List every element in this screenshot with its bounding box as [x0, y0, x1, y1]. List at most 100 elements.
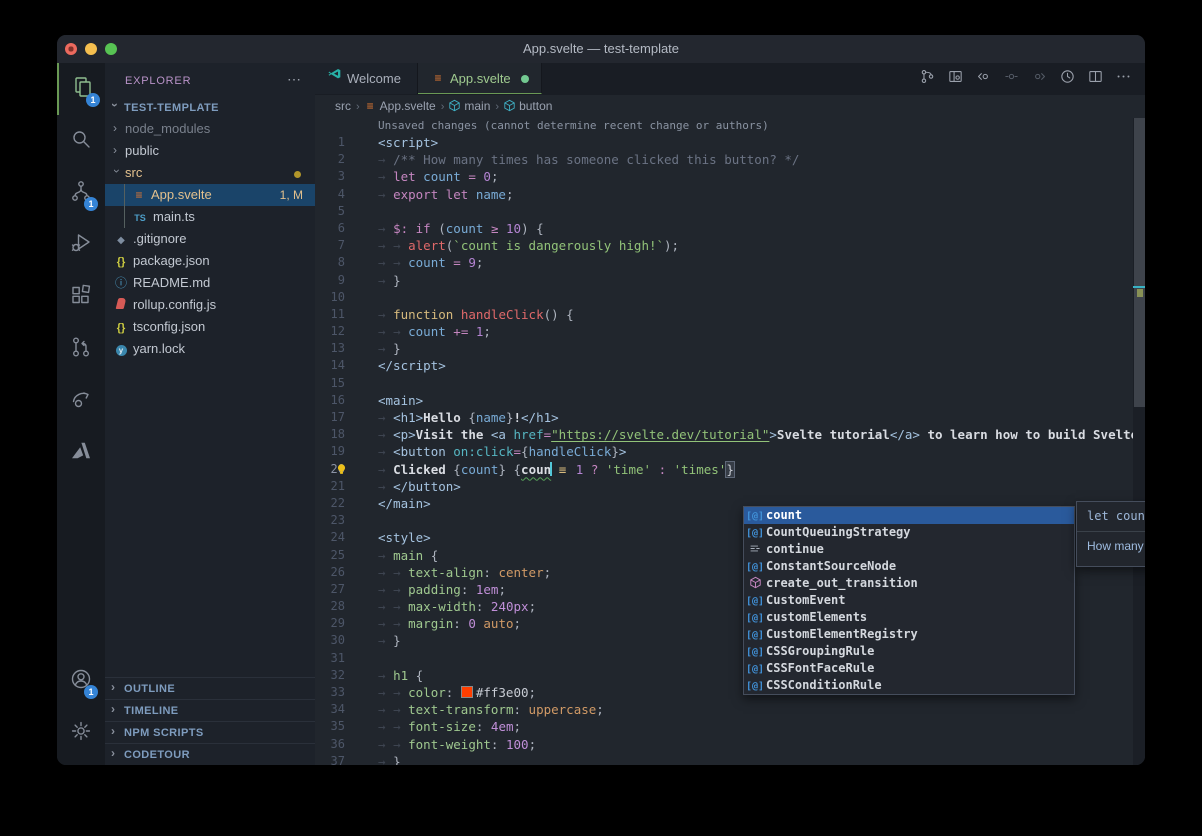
code-line[interactable]: 14</script> — [315, 357, 1145, 374]
suggestion-cssfontfacerule[interactable]: [@]CSSFontFaceRule — [744, 660, 1074, 677]
breadcrumb-item[interactable]: src — [335, 99, 351, 113]
suggestion-count[interactable]: [@]count — [744, 507, 1074, 524]
activity-item-source-control[interactable]: 1 — [57, 167, 105, 219]
code-line[interactable]: 6→ $: if (count ≥ 10) { — [315, 220, 1145, 237]
suggestion-continue[interactable]: continue — [744, 541, 1074, 558]
activity-item-azure[interactable] — [57, 427, 105, 479]
split-editor-button[interactable] — [1081, 67, 1109, 91]
code-line[interactable]: 7→ → alert(`count is dangerously high!`)… — [315, 237, 1145, 254]
line-number: 11 — [315, 306, 345, 323]
activity-item-extensions[interactable] — [57, 271, 105, 323]
code-line[interactable]: 37→ } — [315, 753, 1145, 765]
breadcrumb-item[interactable]: button — [519, 99, 552, 113]
tab-welcome[interactable]: Welcome — [315, 63, 418, 94]
suggestion-label: continue — [766, 542, 824, 556]
code-line[interactable]: 20→ Clicked {count} {coun ≡ 1 ? 'time' :… — [315, 461, 1145, 478]
gitlens-graph-icon — [919, 68, 936, 90]
suggestion-countqueuingstrategy[interactable]: [@]CountQueuingStrategy — [744, 524, 1074, 541]
code-line[interactable]: 19→ <button on:click={handleClick}> — [315, 443, 1145, 460]
tree-item-package-json[interactable]: {}package.json — [105, 250, 315, 272]
tree-item-rollup-config-js[interactable]: rollup.config.js — [105, 294, 315, 316]
open-changes-button[interactable] — [941, 67, 969, 91]
suggestion-doc: How many times has someone clicked this … — [1077, 532, 1145, 560]
symbol-variable-icon: [@] — [744, 593, 766, 610]
project-root-row[interactable]: ›TEST-TEMPLATE — [105, 96, 315, 118]
code-line[interactable]: 36→ → font-weight: 100; — [315, 736, 1145, 753]
tree-item-src[interactable]: ›src — [105, 162, 315, 184]
line-number: 8 — [315, 254, 345, 271]
sidebar-section-npm-scripts[interactable]: ›NPM SCRIPTS — [105, 721, 315, 743]
line-content: <main> — [315, 392, 1145, 409]
tree-item-readme-md[interactable]: ⓘREADME.md — [105, 272, 315, 294]
suggestion-constantsourcenode[interactable]: [@]ConstantSourceNode — [744, 558, 1074, 575]
activity-item-live-share[interactable] — [57, 375, 105, 427]
activity-item-settings[interactable] — [57, 707, 105, 759]
next-change-button[interactable] — [1025, 67, 1053, 91]
code-line[interactable]: 15 — [315, 375, 1145, 392]
code-line[interactable]: 2→ /** How many times has someone clicke… — [315, 151, 1145, 168]
liveshare-icon — [69, 387, 93, 416]
more-actions-icon[interactable]: ⋯ — [287, 63, 301, 96]
breadcrumb-item[interactable]: App.svelte — [380, 99, 436, 113]
activity-item-search[interactable] — [57, 115, 105, 167]
chevron-right-icon: › — [113, 139, 121, 161]
suggest-details-popup: let count: number ✕ How many times has s… — [1076, 501, 1145, 567]
code-line[interactable]: 4→ export let name; — [315, 186, 1145, 203]
code-line[interactable]: 10 — [315, 289, 1145, 306]
code-line[interactable]: 3→ let count = 0; — [315, 168, 1145, 185]
lightbulb-icon[interactable] — [335, 463, 348, 476]
suggestion-label: ConstantSourceNode — [766, 559, 896, 573]
code-line[interactable]: 16<main> — [315, 392, 1145, 409]
current-change-icon — [1003, 68, 1020, 90]
file-history-button[interactable] — [1053, 67, 1081, 91]
scrollbar-thumb[interactable] — [1134, 118, 1145, 407]
tab-label: Welcome — [347, 71, 401, 86]
tree-item--gitignore[interactable]: ◆.gitignore — [105, 228, 315, 250]
section-label: NPM SCRIPTS — [124, 727, 204, 739]
breadcrumb-item[interactable]: main — [464, 99, 490, 113]
more-actions-button[interactable] — [1109, 67, 1137, 91]
code-line[interactable]: 18→ <p>Visit the <a href="https://svelte… — [315, 426, 1145, 443]
code-line[interactable]: 11→ function handleClick() { — [315, 306, 1145, 323]
current-change-button[interactable] — [997, 67, 1025, 91]
code-line[interactable]: 5 — [315, 203, 1145, 220]
suggestion-label: CSSFontFaceRule — [766, 661, 874, 675]
activity-item-run-debug[interactable] — [57, 219, 105, 271]
editor-scrollbar[interactable] — [1133, 118, 1145, 765]
unsaved-dot-icon — [521, 75, 529, 83]
activity-item-explorer[interactable]: 1 — [57, 63, 107, 115]
suggestion-customevent[interactable]: [@]CustomEvent — [744, 592, 1074, 609]
activity-item-accounts[interactable]: 1 — [57, 655, 105, 707]
tab-app-svelte[interactable]: ≡App.svelte — [418, 63, 542, 94]
code-line[interactable]: 9→ } — [315, 272, 1145, 289]
code-line[interactable]: 8→ → count = 9; — [315, 254, 1145, 271]
code-line[interactable]: 35→ → font-size: 4em; — [315, 718, 1145, 735]
breadcrumb[interactable]: src›≡App.svelte›main›button — [315, 95, 1145, 118]
tree-item-public[interactable]: ›public — [105, 140, 315, 162]
suggestion-customelements[interactable]: [@]customElements — [744, 609, 1074, 626]
suggestion-cssconditionrule[interactable]: [@]CSSConditionRule — [744, 677, 1074, 694]
code-line[interactable]: 1<script> — [315, 134, 1145, 151]
tree-item-app-svelte[interactable]: ≡App.svelte1, M — [105, 184, 315, 206]
activity-item-github-pull-requests[interactable] — [57, 323, 105, 375]
gitlens-graph-button[interactable] — [913, 67, 941, 91]
line-number: 7 — [315, 237, 345, 254]
tree-item-main-ts[interactable]: TSmain.ts — [105, 206, 315, 228]
tree-item-node-modules[interactable]: ›node_modules — [105, 118, 315, 140]
code-line[interactable]: 13→ } — [315, 340, 1145, 357]
code-line[interactable]: 21→ </button> — [315, 478, 1145, 495]
previous-change-button[interactable] — [969, 67, 997, 91]
line-number: 9 — [315, 272, 345, 289]
suggestion-cssgroupingrule[interactable]: [@]CSSGroupingRule — [744, 643, 1074, 660]
code-line[interactable]: 12→ → count += 1; — [315, 323, 1145, 340]
suggestion-create_out_transition[interactable]: create_out_transition — [744, 575, 1074, 592]
line-content: → let count = 0; — [315, 168, 1145, 185]
sidebar-section-codetour[interactable]: ›CODETOUR — [105, 743, 315, 765]
code-line[interactable]: 17→ <h1>Hello {name}!</h1> — [315, 409, 1145, 426]
code-line[interactable]: 34→ → text-transform: uppercase; — [315, 701, 1145, 718]
sidebar-section-timeline[interactable]: ›TIMELINE — [105, 699, 315, 721]
tree-item-yarn-lock[interactable]: yyarn.lock — [105, 338, 315, 360]
suggestion-customelementregistry[interactable]: [@]CustomElementRegistry — [744, 626, 1074, 643]
sidebar-section-outline[interactable]: ›OUTLINE — [105, 677, 315, 699]
tree-item-tsconfig-json[interactable]: {}tsconfig.json — [105, 316, 315, 338]
